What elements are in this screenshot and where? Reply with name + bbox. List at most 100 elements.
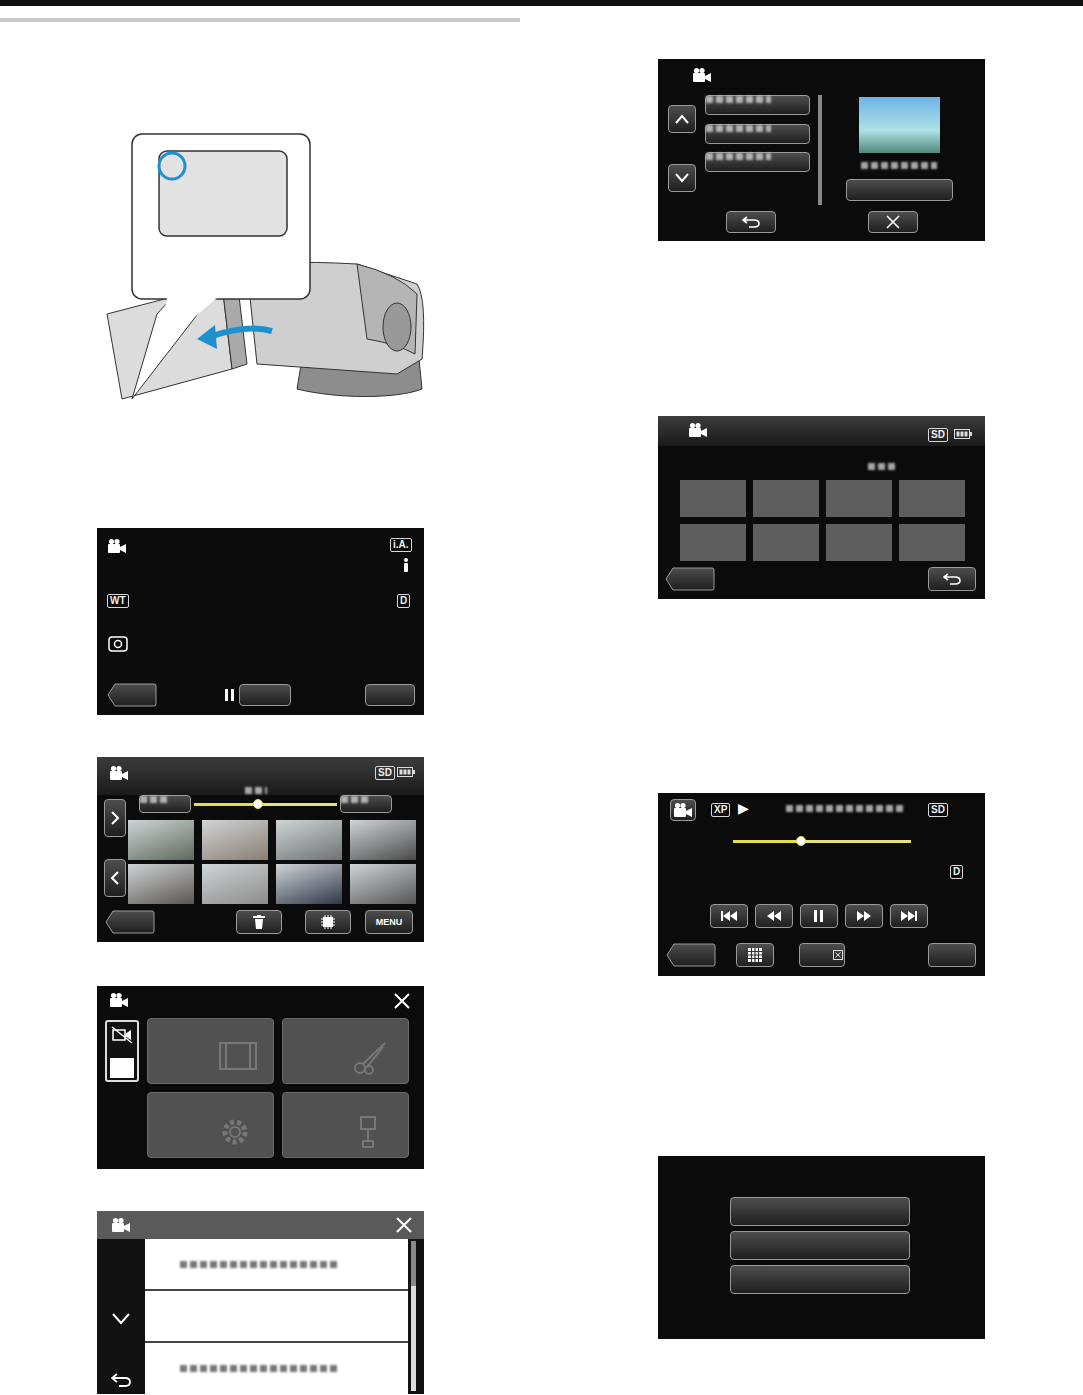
camcorder-illustration <box>97 99 424 404</box>
menu-button[interactable] <box>365 684 415 706</box>
down-arrow-icon[interactable] <box>112 1313 130 1325</box>
back-tab-button[interactable] <box>665 567 715 591</box>
date-tile[interactable] <box>826 480 892 517</box>
back-button[interactable] <box>726 211 776 233</box>
section-rule <box>0 18 520 22</box>
date-tile[interactable] <box>753 524 819 561</box>
fast-forward-button[interactable] <box>845 904 883 928</box>
video-mode-icon <box>673 802 693 818</box>
list-row[interactable] <box>145 1291 408 1341</box>
blurred-label <box>180 1365 340 1372</box>
skip-forward-button[interactable] <box>890 904 928 928</box>
close-icon[interactable] <box>395 1216 413 1234</box>
video-thumbnail[interactable] <box>128 820 194 860</box>
video-thumbnail[interactable] <box>350 864 416 904</box>
date-tile[interactable] <box>680 480 746 517</box>
next-date-button[interactable] <box>340 795 392 813</box>
dialog-option-button[interactable] <box>730 1197 910 1226</box>
usb-icon <box>353 1115 383 1155</box>
menu-screen <box>97 986 424 1169</box>
next-page-button[interactable] <box>104 799 126 837</box>
list-screen <box>97 1211 424 1394</box>
mode-button[interactable] <box>670 799 696 821</box>
pause-icon <box>225 689 235 701</box>
video-thumbnail[interactable] <box>276 864 342 904</box>
date-tile[interactable] <box>680 524 746 561</box>
delete-button[interactable] <box>799 943 845 967</box>
dialog-option-button[interactable] <box>730 1231 910 1260</box>
index-button[interactable] <box>736 943 774 967</box>
back-arrow-icon <box>943 573 961 585</box>
mode-toggle[interactable] <box>105 1020 139 1082</box>
menu-button[interactable]: MENU <box>365 910 413 934</box>
pause-button[interactable] <box>800 904 838 928</box>
blurred-label <box>706 96 771 103</box>
menu-button[interactable] <box>928 943 976 967</box>
video-thumbnail[interactable] <box>276 820 342 860</box>
select-button[interactable] <box>846 179 953 201</box>
timestamp <box>786 805 906 812</box>
return-button[interactable] <box>928 567 976 591</box>
back-button[interactable] <box>107 683 157 707</box>
prev-date-button[interactable] <box>139 795 191 813</box>
chip-icon <box>321 915 335 929</box>
blurred-label <box>706 125 771 132</box>
badge: WT <box>107 594 129 608</box>
scrollbar[interactable] <box>411 1241 416 1391</box>
index-screen: SDMENU <box>97 757 424 942</box>
file-button[interactable] <box>705 152 810 172</box>
record-button[interactable] <box>239 684 291 706</box>
date-tile[interactable] <box>899 524 965 561</box>
slider-handle[interactable] <box>796 836 806 846</box>
date-grid <box>680 480 965 561</box>
close-icon[interactable] <box>393 992 411 1010</box>
video-mode-icon <box>111 1217 131 1233</box>
dialog-option-button[interactable] <box>730 1265 910 1294</box>
preview-image <box>859 97 940 153</box>
list-row[interactable] <box>145 1239 408 1289</box>
rewind-button[interactable] <box>755 904 793 928</box>
delete-button[interactable] <box>236 910 282 934</box>
blurred-label <box>180 1261 340 1268</box>
connection-tile[interactable] <box>282 1092 409 1158</box>
skip-back-button[interactable] <box>710 904 748 928</box>
back-arrow-icon[interactable] <box>111 1373 131 1387</box>
back-button[interactable] <box>666 943 716 967</box>
back-button[interactable] <box>105 910 155 934</box>
media-button[interactable] <box>305 910 351 934</box>
badge: D <box>397 594 410 608</box>
slider-handle[interactable] <box>253 799 263 809</box>
movie-tile[interactable] <box>147 1018 274 1084</box>
badge: D <box>950 865 963 879</box>
scroll-thumb[interactable] <box>411 1241 416 1286</box>
skip-back-icon <box>720 910 738 922</box>
scroll-down-button[interactable] <box>668 164 696 192</box>
file-button[interactable] <box>705 95 810 115</box>
video-thumbnail[interactable] <box>202 820 268 860</box>
back-arrow-icon <box>742 216 760 228</box>
slider-track[interactable] <box>733 840 911 843</box>
video-thumbnail[interactable] <box>128 864 194 904</box>
title-bar <box>97 1211 424 1239</box>
page-top-bar <box>0 0 1083 6</box>
slider-track[interactable] <box>194 803 337 806</box>
chevron-down-icon <box>675 173 689 183</box>
blurred-label <box>706 153 771 160</box>
edit-tile[interactable] <box>282 1018 409 1084</box>
badge: i.A. <box>390 538 412 552</box>
date-tile[interactable] <box>826 524 892 561</box>
scroll-up-button[interactable] <box>668 105 696 133</box>
chevron-left-icon <box>110 871 120 885</box>
list-row[interactable] <box>145 1343 408 1394</box>
file-button[interactable] <box>705 124 810 144</box>
date-tile[interactable] <box>753 480 819 517</box>
video-thumbnail[interactable] <box>202 864 268 904</box>
person-icon <box>403 558 409 572</box>
skip-forward-icon <box>900 910 918 922</box>
prev-page-button[interactable] <box>104 859 126 897</box>
video-thumbnail[interactable] <box>350 820 416 860</box>
blurred-label <box>140 796 170 803</box>
settings-tile[interactable] <box>147 1092 274 1158</box>
close-button[interactable] <box>868 211 918 233</box>
date-tile[interactable] <box>899 480 965 517</box>
